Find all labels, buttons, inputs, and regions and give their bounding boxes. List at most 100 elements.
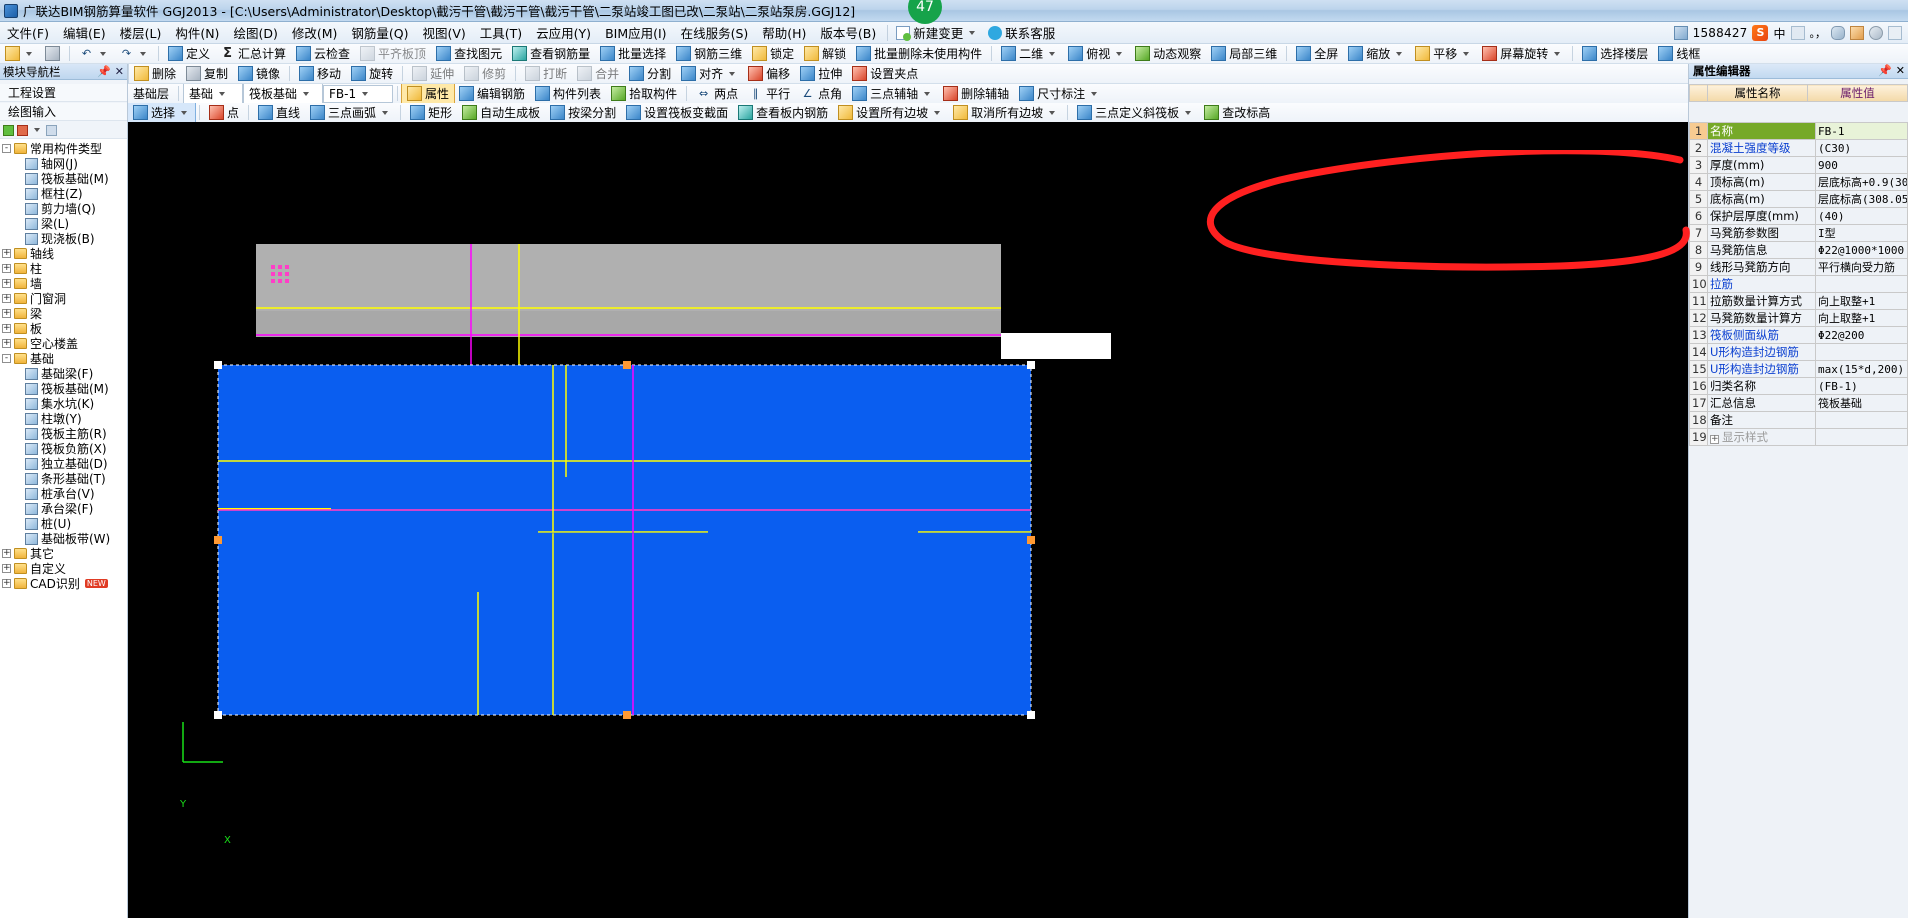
toolbar-top-view[interactable]: 俯视 <box>1063 44 1130 63</box>
property-row-value[interactable]: (C30) <box>1815 139 1908 157</box>
expand-icon[interactable]: + <box>2 549 11 558</box>
ime-mode-label[interactable]: 。， <box>1810 25 1827 41</box>
property-row[interactable]: 1 名称 FB-1 <box>1689 122 1908 140</box>
menu-item-tools[interactable]: 工具(T) <box>473 21 529 44</box>
keyboard-icon[interactable] <box>1790 26 1805 40</box>
tree-node[interactable]: 集水坑(K) <box>2 396 127 411</box>
toolbar-view-rebar-qty[interactable]: 查看钢筋量 <box>507 44 595 63</box>
monitor-icon[interactable] <box>1673 26 1688 40</box>
menu-item-floor[interactable]: 楼层(L) <box>113 21 169 44</box>
edit-merge[interactable]: 合并 <box>572 64 624 83</box>
property-row[interactable]: 13 筏板侧面纵筋 Φ22@200 <box>1689 326 1908 344</box>
tree-node[interactable]: + 门窗洞 <box>2 291 127 306</box>
settings-gear-icon[interactable] <box>1869 26 1883 40</box>
toolbar-fullscreen[interactable]: 全屏 <box>1291 44 1343 63</box>
menu-item-online[interactable]: 在线服务(S) <box>674 21 756 44</box>
toolbar-pan[interactable]: 平移 <box>1410 44 1477 63</box>
edit-break[interactable]: 打断 <box>520 64 572 83</box>
tree-node[interactable]: 基础梁(F) <box>2 366 127 381</box>
tree-node[interactable]: + 空心楼盖 <box>2 336 127 351</box>
property-row-value[interactable]: 平行横向受力筋 <box>1815 258 1908 276</box>
toolbar-save[interactable] <box>40 45 65 62</box>
toolbar-undo[interactable]: ↶ <box>74 45 114 62</box>
chevron-down-icon[interactable] <box>1396 51 1403 56</box>
contact-support-button[interactable]: 联系客服 <box>984 23 1055 42</box>
menu-item-view[interactable]: 视图(V) <box>415 21 472 44</box>
canvas-svg[interactable] <box>128 122 1688 882</box>
tree-node[interactable]: 筏板主筋(R) <box>2 426 127 441</box>
tree-node[interactable]: 现浇板(B) <box>2 231 127 246</box>
chevron-down-icon[interactable] <box>140 51 146 56</box>
tree-node[interactable]: 独立基础(D) <box>2 456 127 471</box>
tree-node[interactable]: 条形基础(T) <box>2 471 127 486</box>
expand-icon[interactable]: + <box>2 249 11 258</box>
draw-auto-generate-slab-button[interactable]: 自动生成板 <box>457 103 545 122</box>
draw-define-slope-raft-button[interactable]: 三点定义斜筏板 <box>1072 103 1199 122</box>
menu-item-draw[interactable]: 绘图(D) <box>226 21 284 44</box>
menu-item-bim[interactable]: BIM应用(I) <box>598 21 674 44</box>
collapse-icon[interactable]: - <box>2 144 11 153</box>
draw-set-raft-section-button[interactable]: 设置筏板变截面 <box>621 103 733 122</box>
expand-icon[interactable]: + <box>2 294 11 303</box>
toolbar-align-slab-top[interactable]: 平齐板顶 <box>355 44 431 63</box>
property-row-value[interactable] <box>1815 411 1908 429</box>
chevron-down-icon[interactable] <box>1091 91 1098 96</box>
edit-rotate[interactable]: 旋转 <box>346 64 398 83</box>
collapse-icon[interactable]: - <box>2 354 11 363</box>
toolbar-wireframe[interactable]: 线框 <box>1653 44 1705 63</box>
context-component-name-select[interactable]: FB-1 <box>323 84 394 103</box>
property-row[interactable]: 7 马凳筋参数图 I型 <box>1689 224 1908 242</box>
tree-node[interactable]: - 常用构件类型 <box>2 141 127 156</box>
edit-move[interactable]: 移动 <box>294 64 346 83</box>
property-row-value[interactable]: (FB-1) <box>1815 377 1908 395</box>
context-three-point-axis-button[interactable]: 三点辅轴 <box>847 84 938 103</box>
expand-icon[interactable]: + <box>2 279 11 288</box>
toolbar-partial-3d[interactable]: 局部三维 <box>1206 44 1282 63</box>
chevron-down-icon[interactable] <box>219 91 226 96</box>
chevron-down-icon[interactable] <box>303 91 310 96</box>
toolbar-zoom[interactable]: 缩放 <box>1343 44 1410 63</box>
grip-handle-mid[interactable] <box>623 361 631 369</box>
draw-split-by-beam-button[interactable]: 按梁分割 <box>545 103 621 122</box>
toolbar-lock[interactable]: 锁定 <box>747 44 799 63</box>
property-row[interactable]: 5 底标高(m) 层底标高(308.05) <box>1689 190 1908 208</box>
toolbar-unlock[interactable]: 解锁 <box>799 44 851 63</box>
property-row[interactable]: 3 厚度(mm) 900 <box>1689 156 1908 174</box>
menu-item-rebar-qty[interactable]: 钢筋量(Q) <box>344 21 415 44</box>
tree-node[interactable]: + 板 <box>2 321 127 336</box>
menu-item-component[interactable]: 构件(N) <box>168 21 226 44</box>
property-row-value[interactable]: 层底标高+0.9(308.9 <box>1815 173 1908 191</box>
sogou-ime-icon[interactable]: S <box>1752 25 1769 41</box>
toolbar-find-element[interactable]: 查找图元 <box>431 44 507 63</box>
property-row-value[interactable]: FB-1 <box>1815 122 1908 140</box>
property-row[interactable]: 14 U形构造封边钢筋 <box>1689 343 1908 361</box>
grip-handle[interactable] <box>1027 361 1035 369</box>
draw-point-button[interactable]: 点 <box>204 103 244 122</box>
property-row-value[interactable]: 向上取整+1 <box>1815 309 1908 327</box>
component-tree[interactable]: - 常用构件类型 轴网(J) 筏板基础(M) 框柱(Z) 剪力墙(Q) 梁(L) 现浇板(B)… <box>0 139 127 918</box>
property-row-value[interactable]: 层底标高(308.05) <box>1815 190 1908 208</box>
tree-node[interactable]: 承台梁(F) <box>2 501 127 516</box>
tree-node[interactable]: + CAD识别 NEW <box>2 576 127 591</box>
property-row[interactable]: 18 备注 <box>1689 411 1908 429</box>
edit-mirror[interactable]: 镜像 <box>233 64 285 83</box>
tree-node[interactable]: 桩(U) <box>2 516 127 531</box>
menu-item-cloud[interactable]: 云应用(Y) <box>529 21 598 44</box>
edit-stretch[interactable]: 拉伸 <box>795 64 847 83</box>
chevron-down-icon[interactable] <box>1554 51 1561 56</box>
edit-set-grip[interactable]: 设置夹点 <box>847 64 923 83</box>
chevron-down-icon[interactable] <box>924 91 931 96</box>
toolbar-define[interactable]: 定义 <box>163 44 215 63</box>
edit-align[interactable]: 对齐 <box>676 64 743 83</box>
edit-offset[interactable]: 偏移 <box>743 64 795 83</box>
add-icon[interactable] <box>3 124 14 136</box>
draw-rectangle-button[interactable]: 矩形 <box>405 103 457 122</box>
tree-node[interactable]: - 基础 <box>2 351 127 366</box>
chevron-down-icon[interactable] <box>181 110 188 115</box>
chevron-down-icon[interactable] <box>100 51 106 56</box>
draw-set-all-slope-button[interactable]: 设置所有边坡 <box>833 103 948 122</box>
remove-icon[interactable] <box>17 124 28 136</box>
property-row[interactable]: 6 保护层厚度(mm) (40) <box>1689 207 1908 225</box>
selected-raft-slab[interactable] <box>217 364 1032 716</box>
property-table[interactable]: 1 名称 FB-1 2 混凝土强度等级 (C30) 3 厚度(mm) 900 4 顶标高(m) 层底标… <box>1689 122 1908 446</box>
